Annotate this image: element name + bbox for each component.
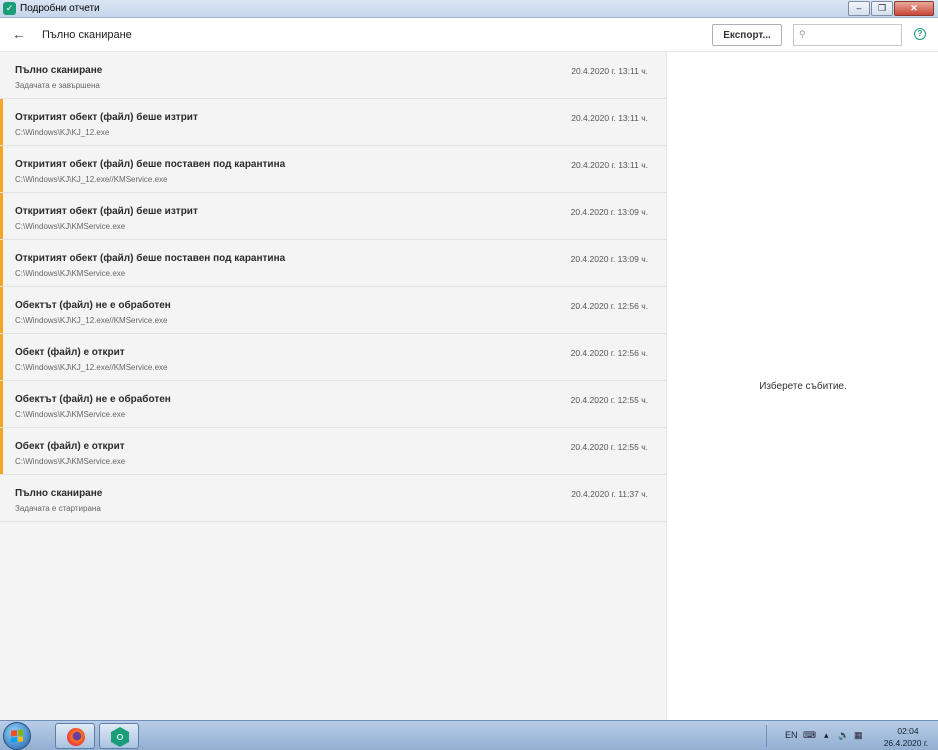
- event-row[interactable]: Откритият обект (файл) беше изтрит C:\Wi…: [0, 193, 666, 240]
- volume-icon[interactable]: 🔈: [838, 730, 849, 741]
- event-subtitle: C:\Windows\KJ\KMService.exe: [15, 457, 126, 466]
- event-subtitle: Задачата е стартирана: [15, 504, 101, 513]
- taskbar-firefox[interactable]: [55, 723, 95, 749]
- event-subtitle: C:\Windows\KJ\KMService.exe: [15, 410, 126, 419]
- firefox-icon: [67, 728, 85, 746]
- language-indicator[interactable]: EN: [785, 730, 798, 740]
- event-title: Обектът (файл) не е обработен: [15, 394, 171, 405]
- windows-start-icon: [11, 729, 23, 743]
- event-list: Пълно сканиране Задачата е завършена 20.…: [0, 52, 667, 720]
- event-subtitle: C:\Windows\KJ\KJ_12.exe//KMService.exe: [15, 316, 168, 325]
- event-subtitle: C:\Windows\KJ\KMService.exe: [15, 222, 126, 231]
- help-icon[interactable]: ?: [914, 28, 926, 40]
- clock-time[interactable]: 02:04: [886, 726, 930, 736]
- taskbar: EN ⌨ ▴ 🔈 ▦ 02:04 26.4.2020 г.: [0, 720, 938, 750]
- system-tray: EN ⌨ ▴ 🔈 ▦ 02:04 26.4.2020 г.: [766, 721, 938, 750]
- event-subtitle: C:\Windows\KJ\KMService.exe: [15, 269, 126, 278]
- event-title: Обект (файл) е открит: [15, 441, 125, 452]
- window-controls: – ❐ ✕: [847, 1, 934, 16]
- event-time: 20.4.2020 г. 13:11 ч.: [571, 66, 648, 76]
- event-time: 20.4.2020 г. 12:55 ч.: [570, 442, 648, 452]
- event-time: 20.4.2020 г. 13:11 ч.: [571, 113, 648, 123]
- event-row[interactable]: Обект (файл) е открит C:\Windows\KJ\KJ_1…: [0, 334, 666, 381]
- event-subtitle: Задачата е завършена: [15, 81, 100, 90]
- search-box[interactable]: ⚲: [793, 24, 902, 46]
- event-subtitle: C:\Windows\KJ\KJ_12.exe: [15, 128, 110, 137]
- window-title: Подробни отчети: [20, 3, 100, 14]
- tray-divider: [766, 725, 767, 747]
- keyboard-icon[interactable]: ⌨: [803, 730, 816, 741]
- network-icon[interactable]: ▦: [854, 730, 863, 741]
- event-row[interactable]: Откритият обект (файл) беше поставен под…: [0, 240, 666, 287]
- event-row[interactable]: Откритият обект (файл) беше поставен под…: [0, 146, 666, 193]
- event-time: 20.4.2020 г. 12:55 ч.: [570, 395, 648, 405]
- event-time: 20.4.2020 г. 12:56 ч.: [570, 348, 648, 358]
- event-title: Откритият обект (файл) беше поставен под…: [15, 253, 286, 264]
- shield-icon: ✓: [3, 2, 16, 15]
- event-row[interactable]: Откритият обект (файл) беше изтрит C:\Wi…: [0, 99, 666, 146]
- maximize-button[interactable]: ❐: [871, 1, 893, 16]
- event-title: Пълно сканиране: [15, 65, 103, 76]
- close-button[interactable]: ✕: [894, 1, 934, 16]
- event-time: 20.4.2020 г. 11:37 ч.: [571, 489, 648, 499]
- export-button[interactable]: Експорт...: [712, 24, 782, 46]
- event-time: 20.4.2020 г. 13:09 ч.: [570, 207, 648, 217]
- clock-date[interactable]: 26.4.2020 г.: [876, 738, 936, 748]
- event-subtitle: C:\Windows\KJ\KJ_12.exe//KMService.exe: [15, 363, 168, 372]
- minimize-button[interactable]: –: [848, 1, 870, 16]
- event-time: 20.4.2020 г. 13:11 ч.: [571, 160, 648, 170]
- window-titlebar: ✓ Подробни отчети – ❐ ✕: [0, 0, 938, 18]
- event-row[interactable]: Обект (файл) е открит C:\Windows\KJ\KMSe…: [0, 428, 666, 475]
- kaspersky-icon-dot: [117, 734, 123, 740]
- event-row[interactable]: Пълно сканиране Задачата е стартирана 20…: [0, 475, 666, 522]
- show-hidden-icons-icon[interactable]: ▴: [824, 730, 829, 741]
- event-subtitle: C:\Windows\KJ\KJ_12.exe//KMService.exe: [15, 175, 168, 184]
- event-row[interactable]: Обектът (файл) не е обработен C:\Windows…: [0, 287, 666, 334]
- detail-pane: Изберете събитие.: [668, 52, 938, 720]
- event-title: Пълно сканиране: [15, 488, 103, 499]
- search-input[interactable]: [810, 27, 898, 43]
- event-time: 20.4.2020 г. 12:56 ч.: [570, 301, 648, 311]
- windows-start-button[interactable]: [3, 722, 31, 750]
- event-title: Откритият обект (файл) беше изтрит: [15, 112, 198, 123]
- search-icon: ⚲: [799, 29, 806, 39]
- event-time: 20.4.2020 г. 13:09 ч.: [570, 254, 648, 264]
- taskbar-kaspersky[interactable]: [99, 723, 139, 749]
- event-title: Откритият обект (файл) беше поставен под…: [15, 159, 286, 170]
- empty-selection-message: Изберете събитие.: [759, 381, 847, 392]
- event-title: Обект (файл) е открит: [15, 347, 125, 358]
- event-row[interactable]: Обектът (файл) не е обработен C:\Windows…: [0, 381, 666, 428]
- back-arrow-icon[interactable]: ←: [12, 26, 26, 42]
- event-title: Откритият обект (файл) беше изтрит: [15, 206, 198, 217]
- event-title: Обектът (файл) не е обработен: [15, 300, 171, 311]
- event-row[interactable]: Пълно сканиране Задачата е завършена 20.…: [0, 52, 666, 99]
- page-title: Пълно сканиране: [42, 29, 132, 41]
- app-header: ← Пълно сканиране Експорт... ⚲ ?: [0, 18, 938, 52]
